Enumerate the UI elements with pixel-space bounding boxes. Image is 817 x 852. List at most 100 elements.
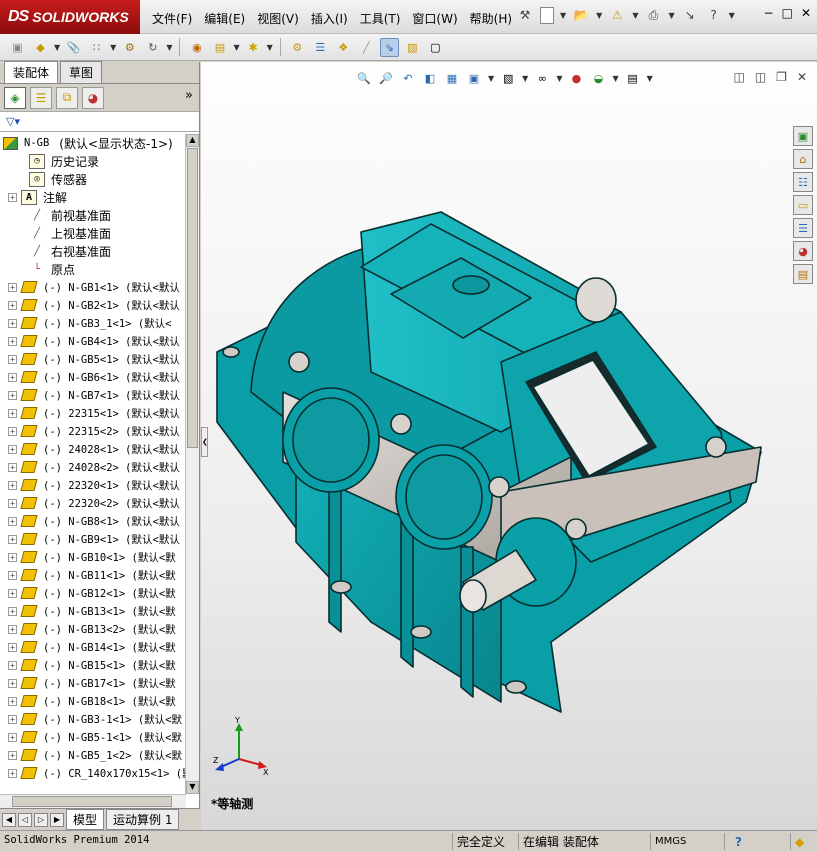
tree-item-component[interactable]: + (-) N-GB9<1> (默认<默认 — [2, 530, 199, 548]
tree-item-component[interactable]: + (-) N-GB5<1> (默认<默认 — [2, 350, 199, 368]
tree-item-component[interactable]: + (-) N-GB18<1> (默认<默 — [2, 692, 199, 710]
tree-item-component[interactable]: + (-) N-GB3_1<1> (默认< — [2, 314, 199, 332]
tree-item-component[interactable]: + (-) N-GB2<1> (默认<默认 — [2, 296, 199, 314]
tree-item-component[interactable]: + (-) N-GB7<1> (默认<默认 — [2, 386, 199, 404]
tree-item-component[interactable]: + (-) N-GB10<1> (默认<默 — [2, 548, 199, 566]
expand-icon[interactable]: + — [8, 714, 17, 724]
tab-model[interactable]: 模型 — [66, 809, 105, 830]
menu-window[interactable]: 窗口(W) — [406, 8, 463, 29]
select-icon[interactable]: ↘ — [681, 6, 699, 24]
zoom-to-area-icon[interactable]: 🔎 — [378, 70, 394, 86]
menu-view[interactable]: 视图(V) — [251, 8, 305, 29]
view-palette-icon[interactable]: ☰ — [793, 218, 813, 238]
expand-icon[interactable]: + — [8, 390, 17, 400]
tree-item-component[interactable]: + (-) N-GB5-1<1> (默认<默 — [2, 728, 199, 746]
tree-horizontal-scrollbar[interactable] — [0, 794, 186, 808]
tree-item-component[interactable]: + (-) N-GB11<1> (默认<默 — [2, 566, 199, 584]
tag-icon[interactable]: ◆ — [790, 833, 814, 850]
filter-row[interactable]: ▽▾ — [0, 112, 199, 132]
expand-icon[interactable]: + — [8, 516, 17, 526]
tree-item-component[interactable]: + (-) N-GB13<1> (默认<默 — [2, 602, 199, 620]
show-hidden-icon[interactable]: ◉ — [187, 38, 206, 57]
tree-item-component[interactable]: + (-) N-GB14<1> (默认<默 — [2, 638, 199, 656]
pin-icon[interactable]: ⚒ — [516, 6, 534, 24]
expand-icon[interactable]: + — [8, 768, 17, 778]
expand-icon[interactable]: + — [8, 570, 17, 580]
expand-tabs-icon[interactable]: » — [185, 88, 193, 103]
smart-fasteners-icon[interactable]: ⚙ — [120, 38, 139, 57]
refgeom-dropdown-icon[interactable]: ▼ — [267, 43, 273, 52]
display-style-icon[interactable]: ▧ — [500, 70, 516, 86]
design-library-icon[interactable]: ☷ — [793, 172, 813, 192]
tree-item-component[interactable]: + (-) N-GB1<1> (默认<默认 — [2, 278, 199, 296]
edit-appearance-icon[interactable]: ● — [568, 70, 584, 86]
new-dropdown-icon[interactable]: ▼ — [560, 11, 566, 20]
section-view-icon[interactable]: ◧ — [422, 70, 438, 86]
expand-icon[interactable]: + — [8, 696, 17, 706]
menu-tools[interactable]: 工具(T) — [354, 8, 407, 29]
expand-icon[interactable]: + — [8, 354, 17, 364]
tree-item-component[interactable]: + (-) N-GB13<2> (默认<默 — [2, 620, 199, 638]
tree-item-component[interactable]: + (-) N-GB4<1> (默认<默认 — [2, 332, 199, 350]
appearances-icon[interactable]: ◕ — [793, 241, 813, 261]
tab-assembly[interactable]: 装配体 — [4, 61, 59, 83]
tree-item-component[interactable]: + (-) CR_140x170x15<1> (默 — [2, 764, 199, 780]
edit-component-icon[interactable]: ▣ — [8, 38, 27, 57]
expand-icon[interactable]: + — [8, 606, 17, 616]
graphics-area[interactable]: ❮ 🔍 🔎 ↶ ◧ ▦ ▣ ▼ ▧ ▼ ∞ ▼ ● ◒ ▼ ▤ ▼ ◫ ◫ ❐ … — [201, 62, 817, 830]
insert-component-icon[interactable]: ◆ — [31, 38, 50, 57]
file-explorer-icon[interactable]: ▭ — [793, 195, 813, 215]
view-settings-dropdown-icon[interactable]: ▼ — [647, 74, 653, 83]
expand-icon[interactable]: + — [8, 732, 17, 742]
zoom-to-fit-icon[interactable]: 🔍 — [356, 70, 372, 86]
expand-icon[interactable]: + — [8, 282, 17, 292]
filter-icon[interactable]: ▽▾ — [6, 115, 20, 128]
tree-item-front-plane[interactable]: ╱ 前视基准面 — [2, 206, 199, 224]
unit-system[interactable]: MMGS — [650, 833, 720, 850]
menu-insert[interactable]: 插入(I) — [305, 8, 354, 29]
mate-icon[interactable]: 📎 — [64, 38, 83, 57]
help-icon[interactable]: ? — [705, 6, 723, 24]
apply-scene-icon[interactable]: ◒ — [590, 70, 606, 86]
tree-item-component[interactable]: + (-) N-GB12<1> (默认<默 — [2, 584, 199, 602]
expand-icon[interactable]: + — [8, 552, 17, 562]
scroll-thumb[interactable] — [12, 796, 172, 807]
expand-icon[interactable]: + — [8, 408, 17, 418]
tab-motion-study[interactable]: 运动算例 1 — [106, 809, 180, 830]
first-tab-icon[interactable]: ◀ — [2, 812, 16, 827]
update-speedpak-icon[interactable]: ▧ — [403, 38, 422, 57]
prev-tab-icon[interactable]: ◁ — [18, 812, 32, 827]
tree-vertical-scrollbar[interactable]: ▲ ▼ — [185, 134, 199, 794]
expand-icon[interactable]: + — [8, 534, 17, 544]
scroll-up-icon[interactable]: ▲ — [186, 134, 199, 147]
tree-item-component[interactable]: + (-) N-GB5_1<2> (默认<默 — [2, 746, 199, 764]
tree-item-component[interactable]: + (-) N-GB3-1<1> (默认<默 — [2, 710, 199, 728]
dynamic-annotation-icon[interactable]: ▦ — [444, 70, 460, 86]
tree-root[interactable]: N-GB (默认<显示状态-1>) — [2, 134, 199, 152]
tree-item-component[interactable]: + (-) 22315<1> (默认<默认 — [2, 404, 199, 422]
expand-icon[interactable]: + — [8, 300, 17, 310]
print-icon[interactable]: ⎙ — [644, 6, 662, 24]
tree-item-component[interactable]: + (-) N-GB8<1> (默认<默认 — [2, 512, 199, 530]
expand-icon[interactable]: + — [8, 660, 17, 670]
solidworks-logo[interactable]: DS SOLIDWORKS — [0, 0, 140, 34]
custom-properties-icon[interactable]: ▤ — [793, 264, 813, 284]
bill-of-materials-icon[interactable]: ☰ — [311, 38, 330, 57]
tree-item-component[interactable]: + (-) N-GB6<1> (默认<默认 — [2, 368, 199, 386]
linear-pattern-icon[interactable]: ∷ — [87, 38, 106, 57]
solidworks-resources-icon[interactable]: ▣ — [793, 126, 813, 146]
restore-icon[interactable]: ❐ — [776, 70, 787, 84]
hide-show-dropdown-icon[interactable]: ▼ — [556, 74, 562, 83]
tree-item-component[interactable]: + (-) 24028<1> (默认<默认 — [2, 440, 199, 458]
tree-item-sensors[interactable]: ◎ 传感器 — [2, 170, 199, 188]
hide-show-items-icon[interactable]: ∞ — [534, 70, 550, 86]
move-dropdown-icon[interactable]: ▼ — [166, 43, 172, 52]
tree-item-component[interactable]: + (-) 22315<2> (默认<默认 — [2, 422, 199, 440]
home-icon[interactable]: ⌂ — [793, 149, 813, 169]
expand-icon[interactable]: + — [8, 678, 17, 688]
expand-icon[interactable]: + — [8, 372, 17, 382]
move-component-icon[interactable]: ↻ — [143, 38, 162, 57]
tree-item-component[interactable]: + (-) 22320<1> (默认<默认 — [2, 476, 199, 494]
open-folder-icon[interactable]: 📂 — [572, 6, 590, 24]
expand-icon[interactable]: + — [8, 192, 17, 202]
